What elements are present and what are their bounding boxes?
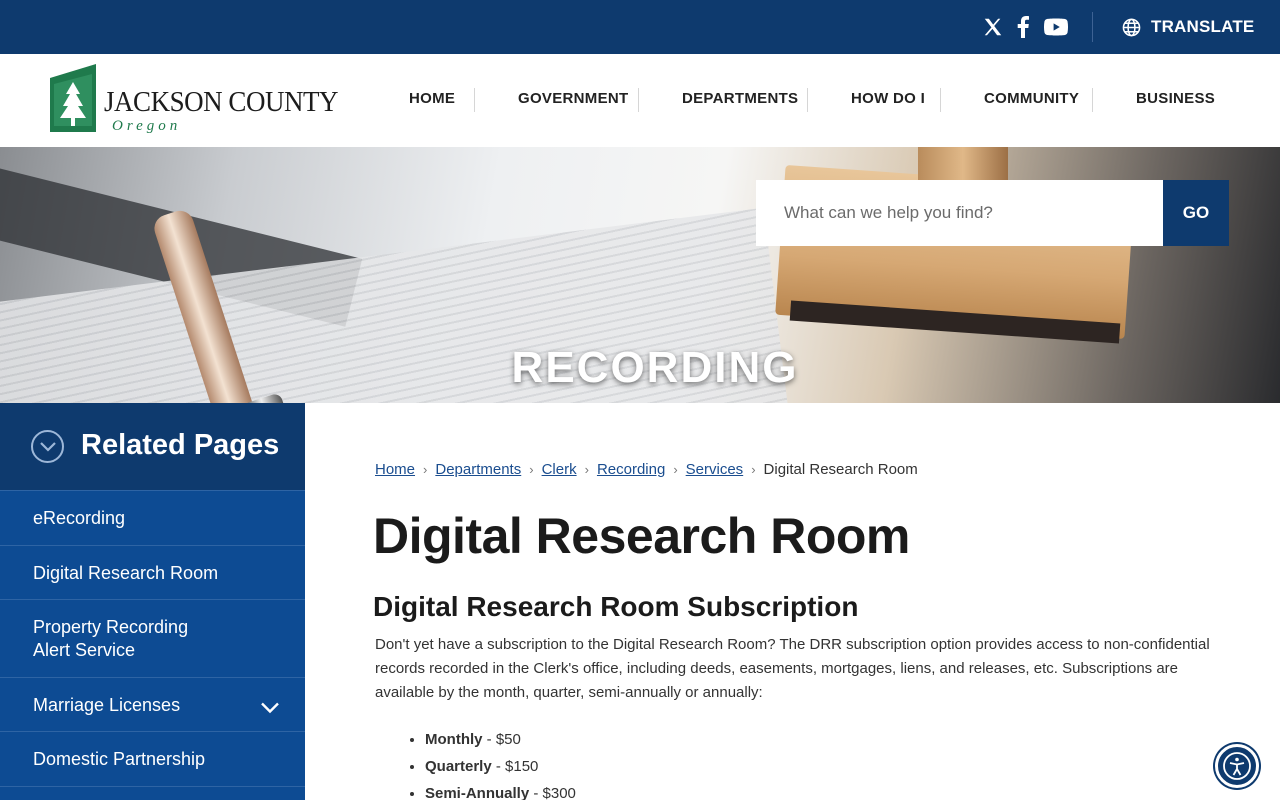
price-value: - $50 bbox=[482, 731, 521, 748]
translate-button[interactable]: TRANSLATE bbox=[1122, 16, 1254, 38]
sidebar-item-next[interactable] bbox=[0, 786, 305, 800]
sidebar-item-digital-research-room[interactable]: Digital Research Room bbox=[0, 545, 305, 599]
sidebar-item-domestic-partnership[interactable]: Domestic Partnership bbox=[0, 731, 305, 786]
nav-separator bbox=[474, 88, 475, 112]
sidebar-item-property-recording-alert[interactable]: Property Recording Alert Service bbox=[0, 599, 305, 677]
sidebar-item-label: eRecording bbox=[33, 508, 126, 528]
chevron-right-icon: › bbox=[423, 462, 428, 477]
list-item: Semi-Annually - $300 bbox=[425, 782, 576, 800]
chevron-right-icon: › bbox=[529, 462, 534, 477]
sidebar-item-marriage-licenses[interactable]: Marriage Licenses bbox=[0, 677, 305, 731]
nav-departments[interactable]: DEPARTMENTS bbox=[682, 90, 798, 107]
section-heading: Digital Research Room Subscription bbox=[373, 591, 859, 622]
accessibility-button[interactable] bbox=[1215, 744, 1259, 788]
breadcrumb: Home › Departments › Clerk › Recording ›… bbox=[375, 461, 918, 478]
subscription-price-list: Monthly - $50 Quarterly - $150 Semi-Annu… bbox=[425, 728, 576, 800]
breadcrumb-recording[interactable]: Recording bbox=[597, 461, 665, 478]
nav-how-do-i[interactable]: HOW DO I bbox=[851, 90, 925, 107]
sidebar-item-label: Domestic Partnership bbox=[33, 749, 206, 769]
sidebar-item-label: Marriage Licenses bbox=[33, 695, 181, 715]
breadcrumb-current: Digital Research Room bbox=[763, 461, 918, 478]
x-icon[interactable] bbox=[979, 13, 1007, 41]
site-header: JACKSON COUNTY Oregon HOME GOVERNMENT DE… bbox=[0, 54, 1280, 147]
nav-government[interactable]: GOVERNMENT bbox=[518, 90, 629, 107]
pine-tree-logo-icon bbox=[50, 64, 96, 132]
nav-home[interactable]: HOME bbox=[409, 90, 455, 107]
chevron-circle-down-icon bbox=[31, 430, 64, 463]
sidebar-item-erecording[interactable]: eRecording bbox=[0, 490, 305, 545]
logo-subtitle: Oregon bbox=[112, 118, 182, 134]
related-pages-title: Related Pages bbox=[81, 429, 280, 461]
youtube-icon[interactable] bbox=[1042, 13, 1070, 41]
related-pages-sidebar: Related Pages eRecording Digital Researc… bbox=[0, 403, 305, 800]
nav-separator bbox=[807, 88, 808, 112]
price-term: Semi-Annually bbox=[425, 785, 530, 800]
nav-business[interactable]: BUSINESS bbox=[1136, 90, 1215, 107]
related-pages-header[interactable]: Related Pages bbox=[0, 403, 305, 491]
price-term: Monthly bbox=[425, 731, 483, 748]
sidebar-item-label: Property Recording bbox=[33, 617, 189, 637]
chevron-down-icon[interactable] bbox=[261, 698, 279, 719]
price-term: Quarterly bbox=[425, 758, 492, 775]
chevron-right-icon: › bbox=[673, 462, 678, 477]
search-go-button[interactable]: GO bbox=[1163, 180, 1229, 246]
search-input[interactable] bbox=[756, 180, 1163, 246]
page-title: Digital Research Room bbox=[373, 508, 910, 564]
price-value: - $300 bbox=[529, 785, 576, 800]
sidebar-item-label: Alert Service bbox=[33, 640, 136, 660]
breadcrumb-departments[interactable]: Departments bbox=[435, 461, 521, 478]
main-content: Home › Departments › Clerk › Recording ›… bbox=[305, 403, 1280, 800]
breadcrumb-clerk[interactable]: Clerk bbox=[542, 461, 577, 478]
facebook-icon[interactable] bbox=[1009, 13, 1037, 41]
topbar-divider bbox=[1092, 12, 1093, 42]
section-description: Don't yet have a subscription to the Dig… bbox=[375, 636, 1210, 701]
nav-separator bbox=[638, 88, 639, 112]
utility-bar: TRANSLATE bbox=[0, 0, 1280, 54]
breadcrumb-home[interactable]: Home bbox=[375, 461, 415, 478]
hero-title: RECORDING bbox=[511, 343, 799, 392]
translate-label: TRANSLATE bbox=[1151, 17, 1255, 36]
nav-separator bbox=[940, 88, 941, 112]
chevron-right-icon: › bbox=[751, 462, 756, 477]
search-bar: GO bbox=[756, 180, 1229, 246]
breadcrumb-services[interactable]: Services bbox=[686, 461, 744, 478]
accessibility-icon bbox=[1223, 752, 1251, 780]
sidebar-item-label: Digital Research Room bbox=[33, 563, 219, 583]
list-item: Quarterly - $150 bbox=[425, 755, 576, 782]
globe-icon bbox=[1122, 18, 1141, 36]
nav-separator bbox=[1092, 88, 1093, 112]
price-value: - $150 bbox=[491, 758, 539, 775]
site-logo[interactable]: JACKSON COUNTY Oregon bbox=[50, 64, 338, 136]
nav-community[interactable]: COMMUNITY bbox=[984, 90, 1079, 107]
list-item: Monthly - $50 bbox=[425, 728, 576, 755]
chevron-right-icon: › bbox=[584, 462, 589, 477]
logo-name: JACKSON COUNTY bbox=[104, 86, 338, 118]
